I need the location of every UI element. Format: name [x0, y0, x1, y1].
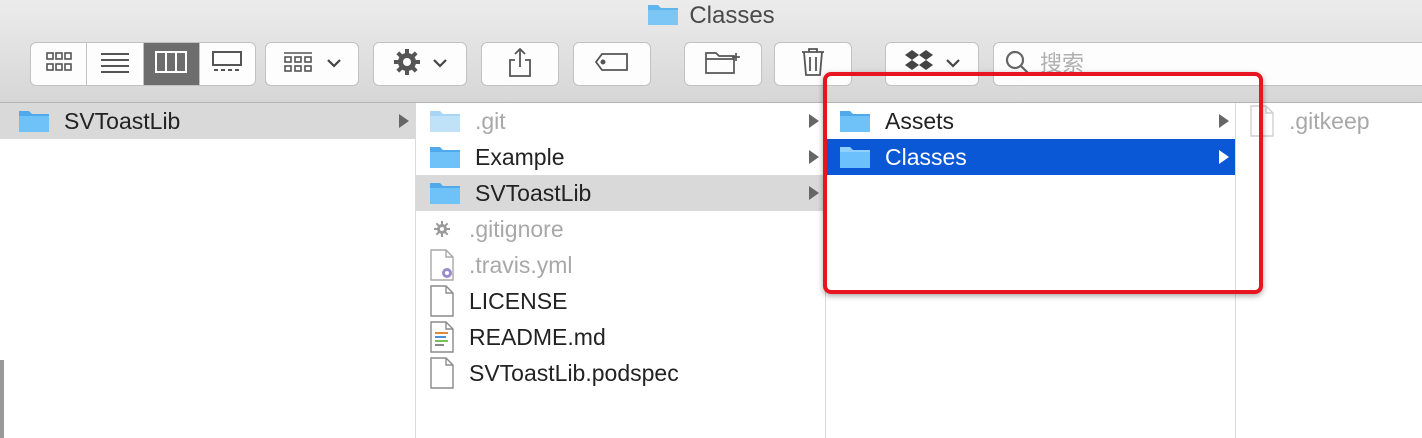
file-name: Example	[475, 143, 565, 170]
text-document-icon	[429, 321, 455, 353]
file-row[interactable]: Example	[416, 139, 825, 175]
disclosure-arrow-icon	[1219, 114, 1229, 128]
file-name: README.md	[469, 323, 606, 350]
file-row[interactable]: .git	[416, 103, 825, 139]
browser-column-3: Assets Classes	[826, 103, 1235, 438]
view-mode-segmented-control[interactable]	[30, 42, 256, 86]
yml-file-icon	[429, 249, 455, 281]
document-icon	[1249, 105, 1275, 137]
browser-column-2: .git Example SVToastLib .gitignore .travis.y…	[416, 103, 825, 438]
group-by-button[interactable]	[265, 42, 359, 86]
window-titlebar: Classes	[0, 1, 1422, 31]
folder-icon	[647, 2, 679, 31]
file-row[interactable]: .travis.yml	[416, 247, 825, 283]
share-icon	[508, 47, 532, 82]
file-row[interactable]: LICENSE	[416, 283, 825, 319]
file-name: .gitkeep	[1289, 107, 1370, 134]
chevron-down-icon	[433, 55, 447, 73]
file-name: .travis.yml	[469, 251, 573, 278]
gear-icon	[429, 213, 455, 245]
file-row[interactable]: Classes	[826, 139, 1235, 175]
chevron-down-icon	[327, 55, 341, 73]
folder-icon	[839, 109, 871, 133]
file-name: .git	[475, 107, 506, 134]
tag-icon	[594, 52, 630, 77]
chevron-down-icon	[946, 55, 960, 73]
browser-column-1: SVToastLib	[0, 103, 415, 438]
icon-view-button[interactable]	[31, 43, 88, 85]
file-name: Classes	[885, 143, 967, 170]
gear-icon	[393, 48, 421, 81]
browser-column-4: .gitkeep	[1236, 103, 1422, 438]
gallery-view-icon	[212, 50, 243, 78]
tags-button[interactable]	[573, 42, 651, 86]
icon-view-icon	[45, 51, 73, 78]
file-name: SVToastLib	[64, 107, 181, 134]
file-row[interactable]: Assets	[826, 103, 1235, 139]
column-view-icon	[155, 50, 188, 78]
file-row[interactable]: SVToastLib	[0, 103, 415, 139]
file-name: SVToastLib.podspec	[469, 359, 679, 386]
gallery-view-button[interactable]	[200, 43, 255, 85]
finder-toolbar: Classes	[0, 0, 1422, 103]
window-title: Classes	[689, 2, 775, 29]
disclosure-arrow-icon	[809, 186, 819, 200]
new-folder-button[interactable]	[684, 42, 762, 86]
folder-icon	[18, 109, 50, 133]
dropbox-icon	[904, 49, 934, 80]
delete-button[interactable]	[774, 42, 852, 86]
file-row[interactable]: SVToastLib.podspec	[416, 355, 825, 391]
search-icon	[1004, 49, 1030, 80]
folder-icon	[429, 181, 461, 205]
folder-icon	[429, 145, 461, 169]
disclosure-arrow-icon	[809, 150, 819, 164]
list-view-icon	[100, 51, 130, 78]
file-row[interactable]: SVToastLib	[416, 175, 825, 211]
document-icon	[429, 285, 455, 317]
disclosure-arrow-icon	[1219, 150, 1229, 164]
file-name: Assets	[885, 107, 955, 134]
file-row[interactable]: README.md	[416, 319, 825, 355]
group-icon	[283, 51, 313, 78]
file-name: LICENSE	[469, 287, 568, 314]
disclosure-arrow-icon	[399, 114, 409, 128]
folder-icon	[839, 145, 871, 169]
file-name: .gitignore	[469, 215, 564, 242]
document-icon	[429, 357, 455, 389]
search-field[interactable]	[993, 42, 1422, 86]
file-row[interactable]: .gitignore	[416, 211, 825, 247]
file-name: SVToastLib	[475, 179, 592, 206]
action-menu-button[interactable]	[373, 42, 467, 86]
dropbox-button[interactable]	[885, 42, 979, 86]
window-edge	[0, 360, 4, 438]
trash-icon	[801, 47, 825, 82]
file-row[interactable]: .gitkeep	[1236, 103, 1422, 139]
folder-icon	[429, 109, 461, 133]
share-button[interactable]	[481, 42, 559, 86]
list-view-button[interactable]	[87, 43, 144, 85]
disclosure-arrow-icon	[809, 114, 819, 128]
column-view-button[interactable]	[143, 43, 200, 85]
new-folder-icon	[704, 49, 742, 80]
search-input[interactable]	[1038, 50, 1422, 78]
